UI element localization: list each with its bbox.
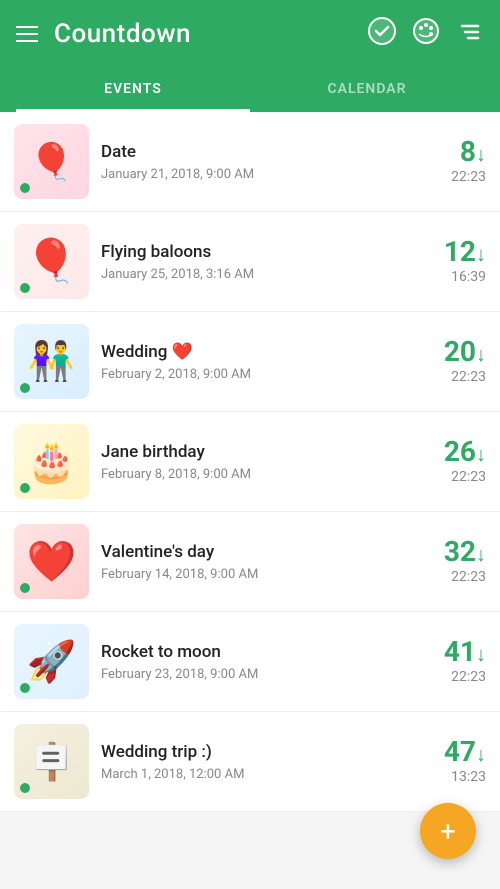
status-dot xyxy=(20,183,30,193)
event-name: Date xyxy=(101,142,414,162)
event-countdown: 12↓ 16:39 xyxy=(426,238,486,285)
event-date: March 1, 2018, 12:00 AM xyxy=(101,767,414,782)
event-date: January 21, 2018, 9:00 AM xyxy=(101,167,414,182)
countdown-days: 8↓ xyxy=(426,138,486,166)
countdown-arrow: ↓ xyxy=(476,442,486,466)
list-item[interactable]: 🪧 Wedding trip :) March 1, 2018, 12:00 A… xyxy=(0,712,500,812)
status-dot xyxy=(20,683,30,693)
event-thumb: 👫 xyxy=(14,324,89,399)
list-item[interactable]: ❤️ Valentine's day February 14, 2018, 9:… xyxy=(0,512,500,612)
countdown-time: 13:23 xyxy=(426,769,486,785)
countdown-days: 12↓ xyxy=(426,238,486,266)
event-thumb: ❤️ xyxy=(14,524,89,599)
event-info: Wedding ❤️ February 2, 2018, 9:00 AM xyxy=(89,342,426,382)
event-list: 🎈 Date January 21, 2018, 9:00 AM 8↓ 22:2… xyxy=(0,112,500,812)
event-info: Valentine's day February 14, 2018, 9:00 … xyxy=(89,542,426,582)
countdown-time: 22:23 xyxy=(426,469,486,485)
event-countdown: 41↓ 22:23 xyxy=(426,638,486,685)
countdown-days: 20↓ xyxy=(426,338,486,366)
event-countdown: 20↓ 22:23 xyxy=(426,338,486,385)
event-name: Rocket to moon xyxy=(101,642,414,662)
event-name: Valentine's day xyxy=(101,542,414,562)
event-info: Jane birthday February 8, 2018, 9:00 AM xyxy=(89,442,426,482)
event-date: February 8, 2018, 9:00 AM xyxy=(101,467,414,482)
countdown-days: 41↓ xyxy=(426,638,486,666)
add-event-button[interactable]: + xyxy=(420,803,476,859)
list-item[interactable]: 🎂 Jane birthday February 8, 2018, 9:00 A… xyxy=(0,412,500,512)
event-countdown: 26↓ 22:23 xyxy=(426,438,486,485)
status-dot xyxy=(20,383,30,393)
event-info: Date January 21, 2018, 9:00 AM xyxy=(89,142,426,182)
event-thumb: 🪧 xyxy=(14,724,89,799)
tab-calendar[interactable]: CALENDAR xyxy=(250,68,484,112)
event-info: Flying baloons January 25, 2018, 3:16 AM xyxy=(89,242,426,282)
event-date: February 23, 2018, 9:00 AM xyxy=(101,667,414,682)
list-item[interactable]: 🚀 Rocket to moon February 23, 2018, 9:00… xyxy=(0,612,500,712)
status-dot xyxy=(20,483,30,493)
countdown-arrow: ↓ xyxy=(476,242,486,266)
event-thumb: 🚀 xyxy=(14,624,89,699)
countdown-days: 32↓ xyxy=(426,538,486,566)
event-date: February 2, 2018, 9:00 AM xyxy=(101,367,414,382)
event-thumb: 🎈 xyxy=(14,224,89,299)
event-date: January 25, 2018, 3:16 AM xyxy=(101,267,414,282)
header-tabs: EVENTS CALENDAR xyxy=(16,68,484,112)
countdown-arrow: ↓ xyxy=(476,642,486,666)
countdown-time: 22:23 xyxy=(426,569,486,585)
status-dot xyxy=(20,583,30,593)
event-name: Jane birthday xyxy=(101,442,414,462)
event-info: Rocket to moon February 23, 2018, 9:00 A… xyxy=(89,642,426,682)
event-name: Flying baloons xyxy=(101,242,414,262)
list-item[interactable]: 🎈 Date January 21, 2018, 9:00 AM 8↓ 22:2… xyxy=(0,112,500,212)
event-name: Wedding trip :) xyxy=(101,742,414,762)
menu-button[interactable] xyxy=(16,26,38,42)
countdown-days: 26↓ xyxy=(426,438,486,466)
event-date: February 14, 2018, 9:00 AM xyxy=(101,567,414,582)
event-thumb: 🎂 xyxy=(14,424,89,499)
list-item[interactable]: 👫 Wedding ❤️ February 2, 2018, 9:00 AM 2… xyxy=(0,312,500,412)
event-countdown: 32↓ 22:23 xyxy=(426,538,486,585)
event-thumb: 🎈 xyxy=(14,124,89,199)
app-title: Countdown xyxy=(54,19,352,49)
event-name: Wedding ❤️ xyxy=(101,342,414,362)
header-top: Countdown xyxy=(16,0,484,68)
status-dot xyxy=(20,283,30,293)
countdown-arrow: ↓ xyxy=(476,142,486,166)
status-dot xyxy=(20,783,30,793)
list-item[interactable]: 🎈 Flying baloons January 25, 2018, 3:16 … xyxy=(0,212,500,312)
countdown-arrow: ↓ xyxy=(476,542,486,566)
countdown-time: 22:23 xyxy=(426,669,486,685)
countdown-arrow: ↓ xyxy=(476,342,486,366)
event-countdown: 8↓ 22:23 xyxy=(426,138,486,185)
tab-events[interactable]: EVENTS xyxy=(16,68,250,112)
countdown-time: 22:23 xyxy=(426,169,486,185)
event-info: Wedding trip :) March 1, 2018, 12:00 AM xyxy=(89,742,426,782)
countdown-time: 22:23 xyxy=(426,369,486,385)
app-header: Countdown xyxy=(0,0,500,112)
sort-icon[interactable] xyxy=(456,17,484,51)
countdown-arrow: ↓ xyxy=(476,742,486,766)
palette-icon[interactable] xyxy=(412,17,440,51)
countdown-time: 16:39 xyxy=(426,269,486,285)
countdown-days: 47↓ xyxy=(426,738,486,766)
event-countdown: 47↓ 13:23 xyxy=(426,738,486,785)
add-icon: + xyxy=(440,815,456,848)
check-icon[interactable] xyxy=(368,17,396,51)
